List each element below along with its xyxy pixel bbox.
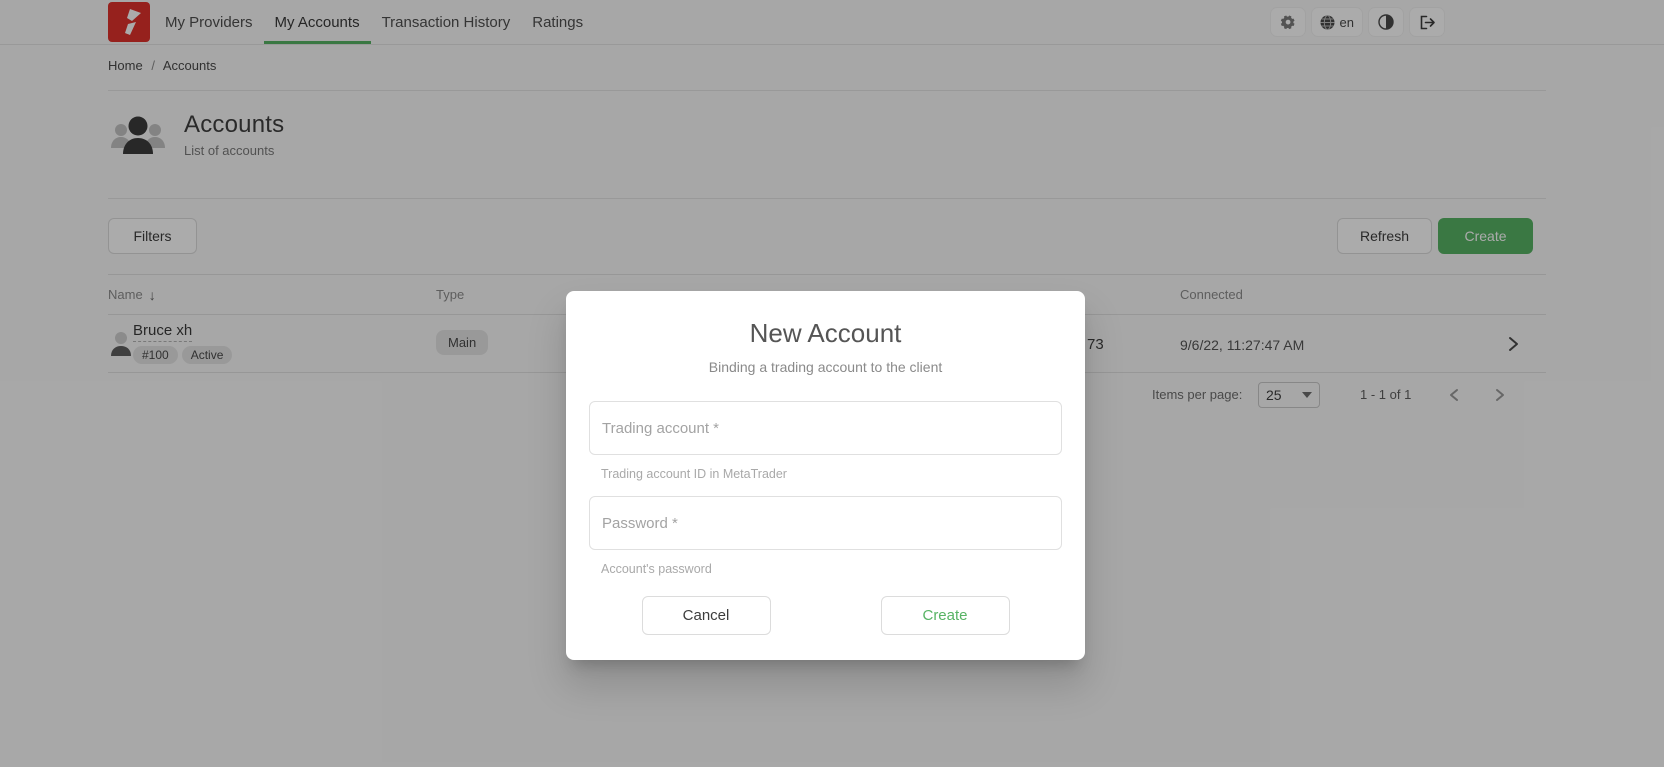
app-screen: My Providers My Accounts Transaction His… xyxy=(0,0,1664,767)
dialog-create-button[interactable]: Create xyxy=(881,596,1010,635)
password-input[interactable] xyxy=(589,496,1062,550)
trading-account-hint: Trading account ID in MetaTrader xyxy=(601,467,1062,481)
dialog-title: New Account xyxy=(589,317,1062,349)
dialog-actions: Cancel Create xyxy=(589,596,1062,635)
new-account-dialog: New Account Binding a trading account to… xyxy=(566,291,1085,660)
password-hint: Account's password xyxy=(601,562,1062,576)
dialog-subtitle: Binding a trading account to the client xyxy=(589,359,1062,375)
trading-account-input[interactable] xyxy=(589,401,1062,455)
dialog-cancel-button[interactable]: Cancel xyxy=(642,596,771,635)
